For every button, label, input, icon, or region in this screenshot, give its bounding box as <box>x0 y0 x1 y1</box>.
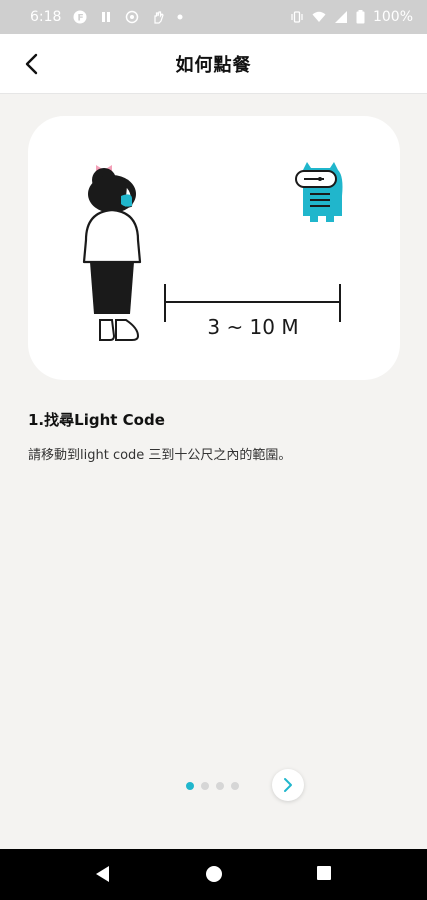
chevron-left-icon <box>25 53 38 75</box>
home-circle-icon[interactable] <box>205 865 223 883</box>
back-button[interactable] <box>16 48 48 80</box>
status-bar: 6:18 F 100% <box>0 0 427 34</box>
page-dot[interactable] <box>201 782 209 790</box>
hand-icon <box>154 11 165 24</box>
app-bar: 如何點餐 <box>0 34 427 94</box>
status-time: 6:18 <box>30 9 62 25</box>
step-description: 請移動到light code 三到十公尺之內的範圍。 <box>28 448 292 463</box>
vibrate-icon <box>291 11 303 23</box>
dot-icon <box>177 14 183 20</box>
back-triangle-icon[interactable] <box>94 865 112 883</box>
page-dot[interactable] <box>216 782 224 790</box>
recents-square-icon[interactable] <box>316 865 332 881</box>
svg-text:F: F <box>78 14 84 24</box>
app-f-icon: F <box>73 10 87 24</box>
distance-indicator: 3 ~ 10 M <box>164 284 341 339</box>
light-code-device-icon <box>295 162 343 222</box>
pause-icon <box>102 12 111 22</box>
page-dot-active[interactable] <box>186 782 194 790</box>
next-button[interactable] <box>272 769 304 801</box>
distance-label: 3 ~ 10 M <box>207 315 298 339</box>
battery-percent: 100% <box>372 9 413 25</box>
ordering-illustration: 3 ~ 10 M <box>82 162 343 341</box>
signal-icon <box>334 11 347 23</box>
page-indicator <box>186 782 239 790</box>
battery-icon <box>356 10 365 24</box>
chevron-right-icon <box>284 778 292 792</box>
page-title: 如何點餐 <box>175 54 252 76</box>
target-icon <box>126 10 139 24</box>
step-title: 1.找尋Light Code <box>28 411 165 429</box>
page-dot[interactable] <box>231 782 239 790</box>
person-illustration <box>82 165 142 341</box>
system-nav-bar <box>0 849 427 900</box>
wifi-icon <box>312 11 326 22</box>
illustration-card: 3 ~ 10 M <box>28 116 400 380</box>
